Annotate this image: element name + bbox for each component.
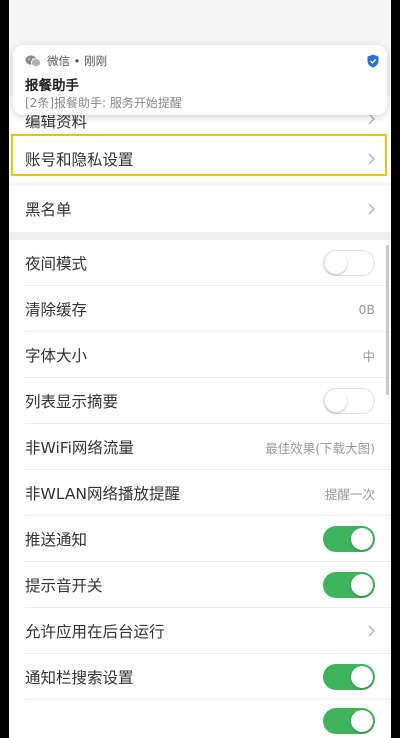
scrollbar[interactable] <box>386 245 389 395</box>
row-label: 通知栏搜索设置 <box>25 669 134 687</box>
settings-row-font-size[interactable]: 字体大小 中 <box>9 332 391 378</box>
notif-search-toggle[interactable] <box>323 664 375 690</box>
notification-app-line: 微信 • 刚刚 <box>47 54 108 68</box>
notification-title: 报餐助手 <box>25 78 79 94</box>
shield-check-icon <box>367 54 379 68</box>
settings-row-non-wlan-play[interactable]: 非WLAN网络播放提醒 提醒一次 <box>9 470 391 516</box>
row-label: 列表显示摘要 <box>25 393 119 411</box>
settings-screen: 编辑资料 账号和隐私设置 黑名单 夜间模式 清除缓存 0B 字体大小 中 列表显… <box>9 0 391 738</box>
row-label: 非WiFi网络流量 <box>25 439 134 457</box>
settings-row-list-summary[interactable]: 列表显示摘要 <box>9 378 391 424</box>
font-size-value: 中 <box>362 348 375 364</box>
row-label: 夜间模式 <box>25 255 88 273</box>
highlight-frame <box>11 134 387 176</box>
settings-row-clear-cache[interactable]: 清除缓存 0B <box>9 286 391 332</box>
wechat-icon <box>25 55 41 67</box>
section-gap <box>9 232 391 240</box>
settings-row-non-wifi-traffic[interactable]: 非WiFi网络流量 最佳效果(下载大图) <box>9 424 391 470</box>
settings-row-push-notify[interactable]: 推送通知 <box>9 516 391 562</box>
cache-size-value: 0B <box>358 301 375 317</box>
settings-row-sound-switch[interactable]: 提示音开关 <box>9 562 391 608</box>
row-label: 提示音开关 <box>25 577 103 595</box>
settings-row-partial-bottom[interactable] <box>9 700 391 738</box>
chevron-right-icon <box>368 203 376 215</box>
row-label: 黑名单 <box>25 201 72 219</box>
row-label: 字体大小 <box>25 347 88 365</box>
settings-row-background-run[interactable]: 允许应用在后台运行 <box>9 608 391 654</box>
row-label: 推送通知 <box>25 531 88 549</box>
row-label: 允许应用在后台运行 <box>25 623 165 641</box>
toggle-knob <box>351 574 373 596</box>
settings-row-night-mode[interactable]: 夜间模式 <box>9 240 391 286</box>
status-bar <box>9 0 391 40</box>
row-label: 清除缓存 <box>25 301 88 319</box>
non-wlan-play-value: 提醒一次 <box>324 486 375 502</box>
night-mode-toggle[interactable] <box>323 250 375 276</box>
toggle-knob <box>351 528 373 550</box>
toggle-knob <box>325 389 347 412</box>
list-summary-toggle[interactable] <box>323 388 375 414</box>
chevron-right-icon <box>368 625 376 637</box>
settings-row-notif-search[interactable]: 通知栏搜索设置 <box>9 654 391 700</box>
toggle-knob <box>351 710 373 732</box>
settings-row-blacklist[interactable]: 黑名单 <box>9 186 391 232</box>
toggle-knob <box>325 251 347 274</box>
sound-switch-toggle[interactable] <box>323 572 375 598</box>
row-label: 非WLAN网络播放提醒 <box>25 485 181 503</box>
push-notify-toggle[interactable] <box>323 526 375 552</box>
notification-banner[interactable]: 微信 • 刚刚 报餐助手 [2条]报餐助手: 服务开始提醒 <box>13 45 387 115</box>
toggle-knob <box>351 666 373 688</box>
partial-toggle[interactable] <box>323 708 375 734</box>
notification-body: [2条]报餐助手: 服务开始提醒 <box>25 96 182 110</box>
non-wifi-traffic-value: 最佳效果(下载大图) <box>265 440 375 456</box>
